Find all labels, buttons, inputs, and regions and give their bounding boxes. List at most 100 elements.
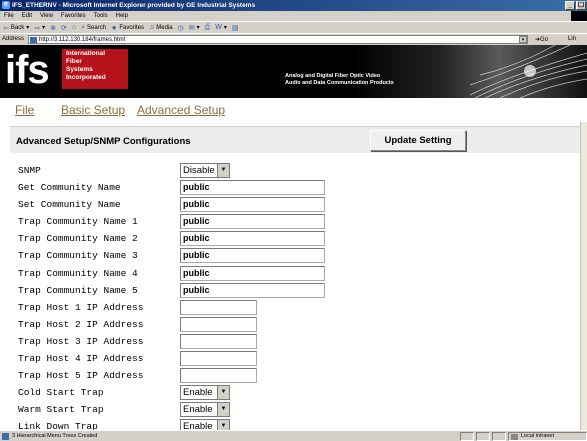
intranet-icon [511, 434, 518, 440]
address-input[interactable]: http://3.112.130.184/frames.html [28, 35, 528, 44]
setting-row-trap-community-1: Trap Community Name 1 public [0, 213, 580, 230]
history-button[interactable]: ◷ [178, 24, 184, 32]
refresh-icon: ⟳ [61, 24, 67, 32]
setting-row-trap-community-2: Trap Community Name 2 public [0, 230, 580, 247]
trap-host-2-ip-input[interactable] [180, 316, 257, 332]
nav-file[interactable]: File [15, 103, 34, 117]
dropdown-arrow-icon[interactable]: ▼ [217, 164, 229, 177]
section-title: Advanced Setup/SNMP Configurations [16, 136, 191, 147]
home-button[interactable]: ⌂ [72, 24, 76, 31]
maximize-button[interactable]: ☐ [576, 1, 586, 10]
stop-button[interactable]: ⊗ [50, 24, 56, 32]
snmp-select[interactable]: Disable ▼ [180, 163, 230, 178]
back-arrow-icon: ⇦ [3, 24, 9, 32]
vertical-scrollbar[interactable] [580, 122, 587, 430]
menu-view[interactable]: View [40, 13, 53, 19]
minimize-button[interactable]: _ [565, 1, 575, 10]
setting-label: Set Community Name [18, 199, 121, 211]
page-icon [30, 37, 37, 43]
setting-label: Trap Host 4 IP Address [18, 353, 144, 365]
link-down-trap-select[interactable]: Enable ▼ [180, 419, 230, 430]
status-text: 3 Hierarchical Menu Trees Created [12, 433, 98, 439]
page-status-icon [2, 433, 9, 440]
get-community-input[interactable]: public [180, 180, 325, 196]
company-line-4: Incorporated [66, 74, 106, 81]
setting-row-set-community: Set Community Name public [0, 196, 580, 213]
set-community-input[interactable]: public [180, 197, 325, 213]
trap-community-2-input[interactable]: public [180, 231, 325, 247]
search-button[interactable]: ⌕ Search [81, 24, 106, 32]
refresh-button[interactable]: ⟳ [61, 24, 67, 32]
go-label: Go [540, 37, 549, 43]
favorites-label: Favorites [119, 24, 145, 31]
tagline-line-2: Audio and Data Communication Products [285, 80, 394, 86]
select-value: Enable [183, 404, 213, 416]
menu-edit[interactable]: Edit [22, 13, 32, 19]
mail-button[interactable]: ✉ ▾ [189, 24, 200, 32]
trap-host-1-ip-input[interactable] [180, 299, 257, 315]
update-setting-button[interactable]: Update Setting [370, 130, 466, 151]
select-value: Enable [183, 421, 213, 430]
back-button[interactable]: ⇦ Back ▾ [3, 24, 29, 32]
setting-row-trap-host-3: Trap Host 3 IP Address [0, 333, 580, 350]
trap-community-4-input[interactable]: public [180, 265, 325, 281]
nav-basic-setup[interactable]: Basic Setup [61, 103, 125, 117]
setting-label: Trap Community Name 1 [18, 216, 138, 228]
cold-start-trap-select[interactable]: Enable ▼ [180, 385, 230, 401]
edit-button[interactable]: W ▾ [215, 24, 227, 31]
menu-file[interactable]: File [4, 13, 14, 19]
address-dropdown-button[interactable]: ▾ [519, 36, 527, 43]
nav-advanced-setup[interactable]: Advanced Setup [137, 103, 225, 117]
dropdown-arrow-icon[interactable]: ▼ [217, 403, 229, 417]
go-button[interactable]: ➜Go [535, 36, 548, 43]
address-label: Address [2, 36, 25, 42]
warm-start-trap-select[interactable]: Enable ▼ [180, 402, 230, 418]
trap-host-5-ip-input[interactable] [180, 368, 257, 384]
stop-icon: ⊗ [50, 24, 56, 32]
top-nav: File Basic Setup Advanced Setup [0, 98, 587, 122]
forward-button[interactable]: ⇨ ▾ [34, 24, 45, 32]
select-value: Enable [183, 387, 213, 399]
company-line-3: Systems [66, 66, 93, 73]
search-icon: ⌕ [81, 23, 86, 31]
setting-label: Trap Host 5 IP Address [18, 370, 144, 382]
setting-label: Trap Community Name 4 [18, 267, 138, 279]
setting-row-trap-community-4: Trap Community Name 4 public [0, 265, 580, 282]
dropdown-arrow-icon[interactable]: ▼ [217, 386, 229, 400]
tagline-line-1: Analog and Digital Fiber Optic Video [285, 73, 381, 79]
setting-label: Link Down Trap [18, 421, 98, 430]
menu-help[interactable]: Help [116, 13, 128, 19]
windows-logo-icon [571, 11, 587, 21]
discuss-button[interactable]: ▤ [232, 24, 239, 32]
setting-row-link-down-trap: Link Down Trap Enable ▼ [0, 418, 580, 430]
select-value: Disable [183, 165, 215, 176]
window-title-bar: e IFS_ETHERNV - Microsoft Internet Explo… [0, 0, 587, 11]
links-button[interactable]: Lin [568, 36, 576, 42]
dropdown-arrow-icon[interactable]: ▼ [217, 420, 229, 430]
ifs-logo: ifs [5, 48, 50, 92]
trap-host-3-ip-input[interactable] [180, 333, 257, 349]
trap-community-5-input[interactable]: public [180, 282, 325, 298]
window-title: IFS_ETHERNV - Microsoft Internet Explore… [12, 2, 256, 9]
print-button[interactable]: ⎙ [205, 24, 211, 32]
setting-row-trap-community-3: Trap Community Name 3 public [0, 247, 580, 264]
menu-tools[interactable]: Tools [94, 13, 108, 19]
trap-host-4-ip-input[interactable] [180, 351, 257, 367]
media-label: Media [156, 24, 173, 31]
media-button[interactable]: ♫ Media [149, 24, 173, 31]
setting-label: Get Community Name [18, 182, 121, 194]
snmp-config-frame: Advanced Setup/SNMP Configurations Updat… [0, 122, 580, 430]
favorites-button[interactable]: ★ Favorites [111, 24, 144, 32]
menu-favorites[interactable]: Favorites [61, 13, 86, 19]
setting-row-trap-host-5: Trap Host 5 IP Address [0, 367, 580, 384]
setting-label: Trap Community Name 5 [18, 284, 138, 296]
forward-arrow-icon: ⇨ [34, 24, 41, 32]
setting-row-trap-host-1: Trap Host 1 IP Address [0, 299, 580, 316]
menu-bar: File Edit View Favorites Tools Help [0, 11, 587, 21]
trap-community-1-input[interactable]: public [180, 214, 325, 230]
window-controls: _ ☐ [565, 1, 586, 10]
trap-community-3-input[interactable]: public [180, 248, 325, 264]
address-bar: Address http://3.112.130.184/frames.html… [0, 33, 587, 45]
site-banner: ifs International Fiber Systems Incorpor… [0, 45, 587, 98]
word-icon: W [215, 24, 222, 31]
